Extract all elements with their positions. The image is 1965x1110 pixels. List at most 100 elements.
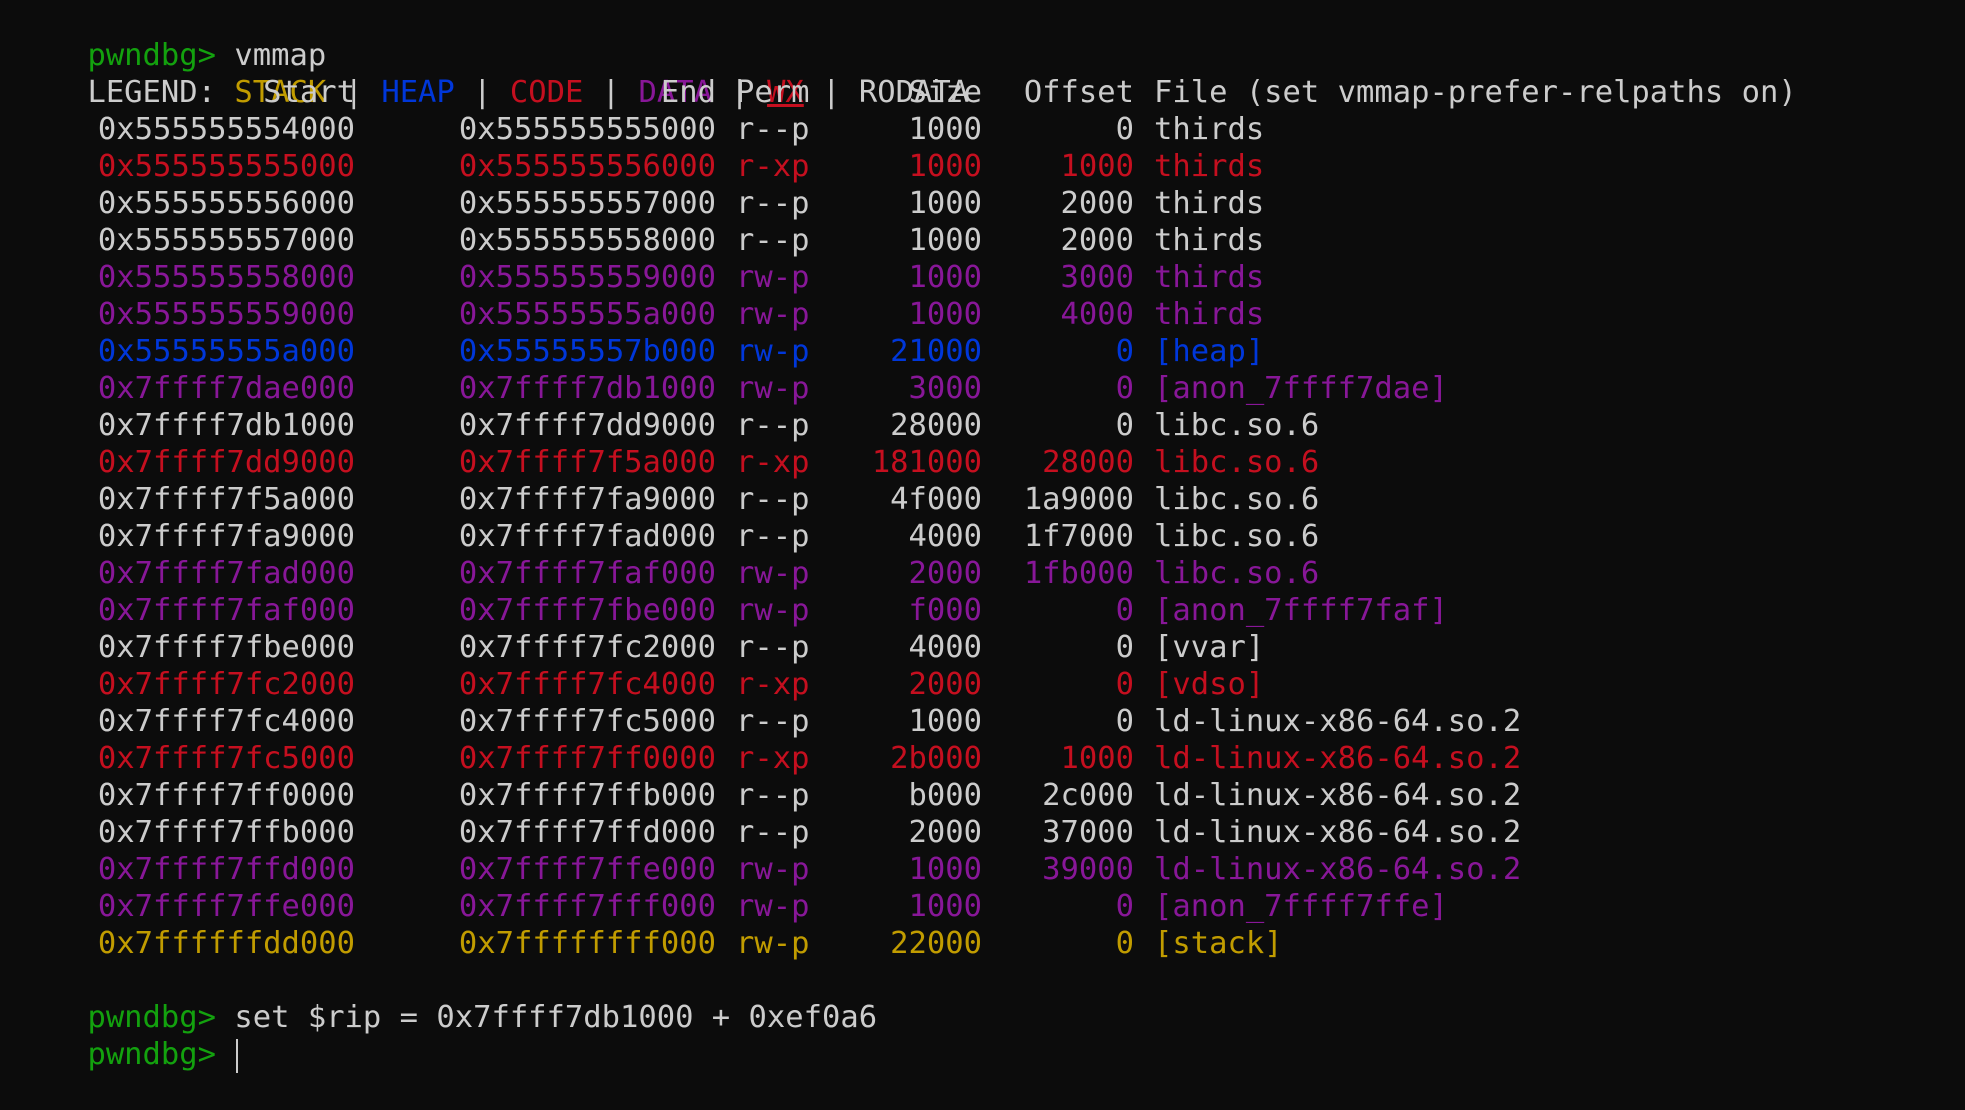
cell-size: 2000 [908,556,982,591]
cell-end: 0x7ffff7ffb000 [458,778,716,813]
cell-offset: 0 [1115,926,1134,961]
cell-perm: r-xp [736,741,810,776]
cell-offset: 0 [1115,593,1134,628]
cell-size: 1000 [908,223,982,258]
cell-perm: r--p [736,186,810,221]
cell-start: 0x7ffff7fa9000 [97,519,355,554]
cell-perm: r-xp [736,667,810,702]
table-row: 0x7ffff7faf000 0x7ffff7fbe000 rw-p f000 0 [an… [14,592,1965,629]
cell-size: 22000 [890,926,982,961]
cell-perm: r--p [736,408,810,443]
cell-file: [anon_7ffff7dae] [1154,371,1448,406]
cell-start: 0x7ffff7ffb000 [97,815,355,850]
cell-end: 0x7ffff7fc2000 [458,630,716,665]
text-cursor [236,1038,239,1073]
cell-offset: 39000 [1042,852,1134,887]
cell-offset: 1a9000 [1023,482,1134,517]
cell-perm: rw-p [736,260,810,295]
cell-start: 0x555555555000 [97,149,355,184]
cell-perm: r--p [736,519,810,554]
header-offset: Offset [1023,75,1134,110]
terminal-window[interactable]: pwndbg> vmmap LEGEND: STACK | HEAP | COD… [0,0,1965,1073]
cell-start: 0x555555557000 [97,223,355,258]
cell-size: f000 [908,593,982,628]
cell-size: 2b000 [890,741,982,776]
header-end: End [660,75,716,110]
cell-end: 0x7ffff7dd9000 [458,408,716,443]
cell-file: [anon_7ffff7ffe] [1154,889,1448,924]
cell-perm: rw-p [736,926,810,961]
cell-size: 21000 [890,334,982,369]
cell-perm: rw-p [736,334,810,369]
cell-size: 1000 [908,852,982,887]
cell-offset: 0 [1115,889,1134,924]
table-row: 0x555555559000 0x55555555a000 rw-p 1000 4000… [14,296,1965,333]
table-row: 0x7ffff7fc2000 0x7ffff7fc4000 r-xp 2000 0 [vd… [14,666,1965,703]
table-row: 0x7ffff7fad000 0x7ffff7faf000 rw-p 2000 1fb0… [14,555,1965,592]
cell-start: 0x7ffff7ff0000 [97,778,355,813]
cell-end: 0x555555557000 [458,186,716,221]
table-row: 0x55555555a000 0x55555557b000 rw-p 21000 0 [h… [14,333,1965,370]
cell-offset: 2000 [1060,223,1134,258]
table-row: 0x7ffff7ffd000 0x7ffff7ffe000 rw-p 1000 3900… [14,851,1965,888]
cell-perm: r--p [736,630,810,665]
table-row: 0x7ffff7fa9000 0x7ffff7fad000 r--p 4000 1f70… [14,518,1965,555]
cell-offset: 0 [1115,371,1134,406]
cell-start: 0x7ffff7f5a000 [97,482,355,517]
cell-size: 1000 [908,889,982,924]
command-line-current[interactable]: pwndbg> [14,999,1965,1073]
cell-file: libc.so.6 [1154,482,1320,517]
cell-size: 2000 [908,667,982,702]
cell-perm: rw-p [736,889,810,924]
cell-end: 0x7ffffffff000 [458,926,716,961]
cell-perm: rw-p [736,297,810,332]
cell-file: [vdso] [1154,667,1265,702]
cell-offset: 28000 [1042,445,1134,480]
cell-start: 0x7ffff7fc5000 [97,741,355,776]
cell-end: 0x7ffff7fa9000 [458,482,716,517]
cell-start: 0x555555554000 [97,112,355,147]
cell-start: 0x7ffff7dd9000 [97,445,355,480]
cell-offset: 0 [1115,704,1134,739]
cell-start: 0x555555556000 [97,186,355,221]
table-row: 0x555555557000 0x555555558000 r--p 1000 2000… [14,222,1965,259]
cell-perm: rw-p [736,556,810,591]
cell-file: [heap] [1154,334,1265,369]
table-row: 0x555555554000 0x555555555000 r--p 1000 0 thi… [14,111,1965,148]
cell-perm: rw-p [736,593,810,628]
cell-offset: 0 [1115,667,1134,702]
cell-end: 0x7ffff7faf000 [458,556,716,591]
cell-start: 0x7ffff7fc4000 [97,704,355,739]
cell-perm: r-xp [736,445,810,480]
table-row: 0x7ffff7fbe000 0x7ffff7fc2000 r--p 4000 0 [vv… [14,629,1965,666]
cell-size: 3000 [908,371,982,406]
cell-end: 0x555555555000 [458,112,716,147]
cell-offset: 1f7000 [1023,519,1134,554]
cell-size: 4000 [908,630,982,665]
cell-size: 4f000 [890,482,982,517]
cell-file: ld-linux-x86-64.so.2 [1154,815,1522,850]
header-size: Size [908,75,982,110]
cell-start: 0x7ffff7ffd000 [97,852,355,887]
cell-start: 0x7ffff7fbe000 [97,630,355,665]
cell-file: libc.so.6 [1154,519,1320,554]
cell-size: 1000 [908,186,982,221]
cell-offset: 3000 [1060,260,1134,295]
header-start: Start [263,75,355,110]
cell-file: thirds [1154,223,1265,258]
cell-size: 1000 [908,297,982,332]
cell-perm: rw-p [736,852,810,887]
cell-start: 0x7ffff7faf000 [97,593,355,628]
cell-start: 0x555555558000 [97,260,355,295]
cell-file: libc.so.6 [1154,408,1320,443]
table-row: 0x555555556000 0x555555557000 r--p 1000 2000… [14,185,1965,222]
legend-line: LEGEND: STACK | HEAP | CODE | DATA | WX … [14,37,1965,110]
cell-file: [vvar] [1154,630,1265,665]
table-row: 0x7ffff7db1000 0x7ffff7dd9000 r--p 28000 0 li… [14,407,1965,444]
cell-offset: 2c000 [1042,778,1134,813]
cell-file: thirds [1154,297,1265,332]
cell-size: 2000 [908,815,982,850]
table-row: 0x7ffff7ffb000 0x7ffff7ffd000 r--p 2000 3700… [14,814,1965,851]
cell-end: 0x55555557b000 [458,334,716,369]
table-row: 0x555555555000 0x555555556000 r-xp 1000 1000… [14,148,1965,185]
